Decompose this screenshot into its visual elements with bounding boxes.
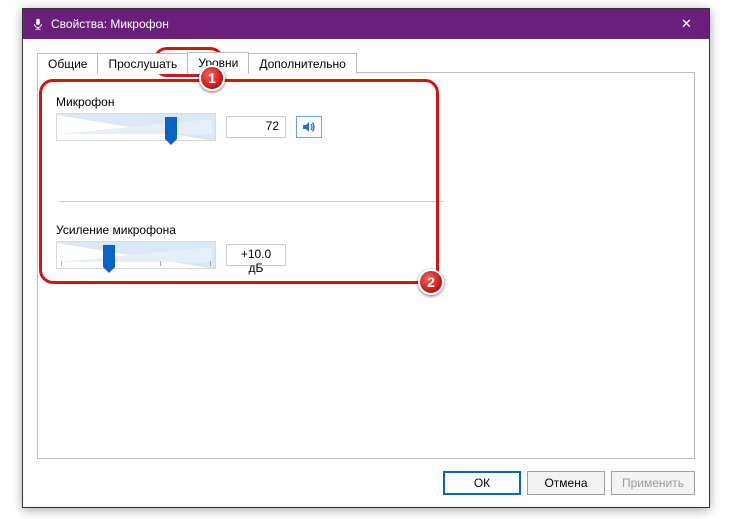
mic-level-label: Микрофон — [56, 95, 454, 109]
mic-level-row: 72 — [56, 113, 454, 141]
group-mic-level: Микрофон 72 — [56, 95, 454, 141]
dialog-window: Свойства: Микрофон ✕ Общие Прослушать Ур… — [22, 8, 710, 508]
annotation-badge-2: 2 — [418, 269, 444, 295]
mic-level-slider[interactable] — [56, 113, 216, 141]
button-bar: ОК Отмена Применить — [443, 471, 695, 495]
tab-panel-levels: Микрофон 72 — [37, 72, 695, 459]
tab-advanced[interactable]: Дополнительно — [248, 53, 356, 74]
mic-boost-label: Усиление микрофона — [56, 223, 454, 237]
slider-wedge — [60, 248, 212, 262]
annotation-badge-1: 1 — [199, 65, 225, 91]
mic-icon — [31, 17, 45, 31]
tab-label: Прослушать — [108, 57, 177, 71]
slider-ticks — [61, 261, 211, 266]
client-area: Общие Прослушать Уровни Дополнительно Ми… — [23, 39, 709, 507]
cancel-button[interactable]: Отмена — [527, 471, 605, 495]
apply-button[interactable]: Применить — [611, 471, 695, 495]
group-mic-boost: Усиление микрофона +10.0 дБ — [56, 223, 454, 269]
mic-level-value[interactable]: 72 — [226, 116, 286, 138]
tab-label: Общие — [48, 57, 87, 71]
mic-boost-slider[interactable] — [56, 241, 216, 269]
group-divider — [58, 201, 444, 202]
tab-general[interactable]: Общие — [37, 53, 98, 74]
tab-label: Дополнительно — [259, 57, 345, 71]
mic-boost-row: +10.0 дБ — [56, 241, 454, 269]
titlebar[interactable]: Свойства: Микрофон ✕ — [23, 9, 709, 39]
tab-listen[interactable]: Прослушать — [97, 53, 188, 74]
close-button[interactable]: ✕ — [664, 9, 709, 39]
close-icon: ✕ — [681, 16, 692, 32]
slider-thumb[interactable] — [103, 245, 115, 267]
mic-mute-button[interactable] — [296, 116, 322, 138]
window-title: Свойства: Микрофон — [51, 17, 169, 31]
speaker-icon — [301, 119, 317, 135]
ok-button[interactable]: ОК — [443, 471, 521, 495]
slider-thumb[interactable] — [165, 117, 177, 139]
mic-boost-value[interactable]: +10.0 дБ — [226, 244, 286, 266]
slider-wedge — [60, 120, 212, 134]
tabstrip: Общие Прослушать Уровни Дополнительно — [37, 52, 356, 74]
